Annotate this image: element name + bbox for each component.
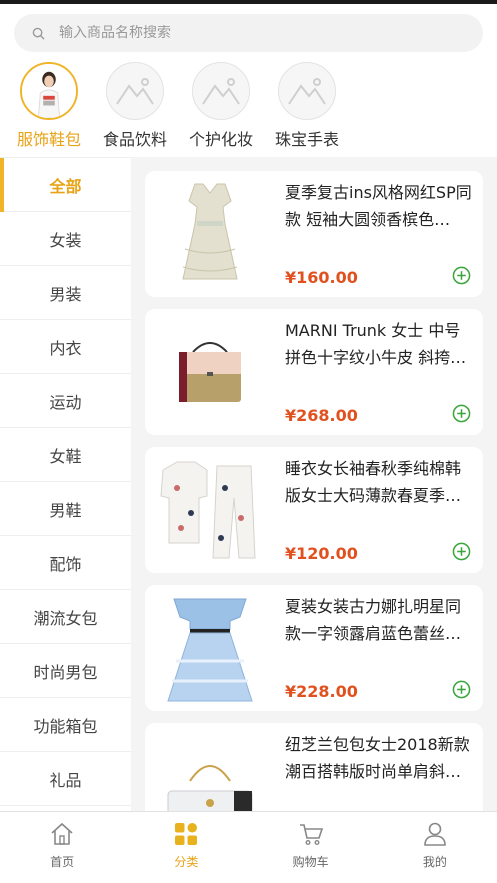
product-title: 纽芝兰包包女士2018新款潮百搭韩版时尚单肩斜… bbox=[285, 735, 470, 781]
product-info: 纽芝兰包包女士2018新款潮百搭韩版时尚单肩斜… bbox=[275, 723, 483, 811]
category-label: 珠宝手表 bbox=[274, 130, 339, 149]
category-label: 食品饮料 bbox=[102, 130, 167, 149]
product-price: ¥120.00 bbox=[285, 544, 358, 563]
blue-dress-image bbox=[167, 598, 253, 701]
dress-image bbox=[182, 183, 238, 280]
tab-home[interactable]: 首页 bbox=[0, 812, 124, 883]
category-jewelry[interactable]: 珠宝手表 bbox=[264, 58, 350, 156]
category-label: 个护化妆 bbox=[188, 130, 253, 149]
product-image bbox=[145, 585, 275, 711]
tab-label: 我的 bbox=[422, 855, 447, 869]
tab-label: 购物车 bbox=[292, 855, 329, 869]
product-image bbox=[145, 723, 275, 811]
product-title: 夏季复古ins风格网红SP同款 短袖大圆领香槟色… bbox=[285, 183, 472, 229]
sidebar-item-women-bags[interactable]: 潮流女包 bbox=[0, 590, 131, 644]
mountain-placeholder-icon bbox=[288, 78, 326, 105]
product-title: 夏装女装古力娜扎明星同款一字领露肩蓝色蕾丝… bbox=[285, 597, 462, 643]
sidebar-item-women-shoes[interactable]: 女鞋 bbox=[0, 428, 131, 482]
mountain-placeholder-icon bbox=[116, 78, 154, 105]
category-care[interactable]: 个护化妆 bbox=[178, 58, 264, 156]
user-icon bbox=[424, 822, 446, 846]
product-price: ¥160.00 bbox=[285, 268, 358, 287]
category-apparel[interactable]: 服饰鞋包 bbox=[6, 58, 92, 156]
tab-label: 分类 bbox=[174, 855, 199, 869]
category-grid-icon bbox=[175, 823, 198, 845]
mountain-placeholder-icon bbox=[202, 78, 240, 105]
sidebar: 全部 女装 男装 内衣 运动 女鞋 男鞋 配饰 潮流女包 时尚男包 功能箱包 礼… bbox=[0, 157, 131, 811]
cart-icon bbox=[299, 824, 323, 846]
add-to-cart-icon[interactable] bbox=[452, 542, 471, 561]
tab-label: 首页 bbox=[50, 855, 75, 869]
sidebar-item-gifts[interactable]: 礼品 bbox=[0, 752, 131, 806]
product-image bbox=[145, 309, 275, 435]
product-card[interactable]: 夏季复古ins风格网红SP同款 短袖大圆领香槟色… ¥160.00 bbox=[145, 171, 483, 297]
category-image bbox=[192, 62, 250, 120]
model-photo bbox=[22, 64, 76, 118]
sidebar-item-sports[interactable]: 运动 bbox=[0, 374, 131, 428]
product-price: ¥228.00 bbox=[285, 682, 358, 701]
product-card[interactable]: MARNI Trunk 女士 中号拼色十字纹小牛皮 斜挎… ¥268.00 bbox=[145, 309, 483, 435]
sidebar-item-luggage[interactable]: 功能箱包 bbox=[0, 698, 131, 752]
search-bar[interactable] bbox=[14, 14, 483, 52]
add-to-cart-icon[interactable] bbox=[452, 404, 471, 423]
category-strip: 服饰鞋包 食品饮料 个护化妆 珠宝手表 bbox=[0, 58, 497, 156]
product-title: MARNI Trunk 女士 中号拼色十字纹小牛皮 斜挎… bbox=[285, 321, 467, 367]
pajamas-image bbox=[160, 461, 256, 558]
tab-category[interactable]: 分类 bbox=[124, 812, 248, 883]
product-price: ¥268.00 bbox=[285, 406, 358, 425]
category-label: 服饰鞋包 bbox=[16, 130, 81, 149]
product-list: 夏季复古ins风格网红SP同款 短袖大圆领香槟色… ¥160.00 MARNI … bbox=[131, 157, 497, 811]
product-image bbox=[145, 447, 275, 573]
category-image bbox=[106, 62, 164, 120]
sidebar-item-underwear[interactable]: 内衣 bbox=[0, 320, 131, 374]
search-area bbox=[0, 4, 497, 58]
shoulder-bag-image bbox=[167, 765, 253, 811]
sidebar-item-women[interactable]: 女装 bbox=[0, 212, 131, 266]
main-area: 全部 女装 男装 内衣 运动 女鞋 男鞋 配饰 潮流女包 时尚男包 功能箱包 礼… bbox=[0, 157, 497, 811]
category-image bbox=[278, 62, 336, 120]
sidebar-item-men[interactable]: 男装 bbox=[0, 266, 131, 320]
tab-mine[interactable]: 我的 bbox=[373, 812, 497, 883]
add-to-cart-icon[interactable] bbox=[452, 266, 471, 285]
sidebar-item-men-bags[interactable]: 时尚男包 bbox=[0, 644, 131, 698]
search-icon bbox=[32, 27, 45, 40]
search-input[interactable] bbox=[59, 25, 439, 41]
product-card[interactable]: 睡衣女长袖春秋季纯棉韩版女士大码薄款春夏季… ¥120.00 bbox=[145, 447, 483, 573]
category-image bbox=[20, 62, 78, 120]
category-food[interactable]: 食品饮料 bbox=[92, 58, 178, 156]
sidebar-item-all[interactable]: 全部 bbox=[0, 158, 131, 212]
product-card[interactable]: 夏装女装古力娜扎明星同款一字领露肩蓝色蕾丝… ¥228.00 bbox=[145, 585, 483, 711]
product-title: 睡衣女长袖春秋季纯棉韩版女士大码薄款春夏季… bbox=[285, 459, 462, 505]
product-card[interactable]: 纽芝兰包包女士2018新款潮百搭韩版时尚单肩斜… bbox=[145, 723, 483, 811]
tab-cart[interactable]: 购物车 bbox=[249, 812, 373, 883]
home-icon bbox=[51, 822, 73, 845]
add-to-cart-icon[interactable] bbox=[452, 680, 471, 699]
sidebar-item-men-shoes[interactable]: 男鞋 bbox=[0, 482, 131, 536]
product-image bbox=[145, 171, 275, 297]
sidebar-item-accessories[interactable]: 配饰 bbox=[0, 536, 131, 590]
bottom-tab-bar: 首页 分类 购物车 我的 bbox=[0, 811, 497, 883]
handbag-image bbox=[179, 342, 241, 402]
